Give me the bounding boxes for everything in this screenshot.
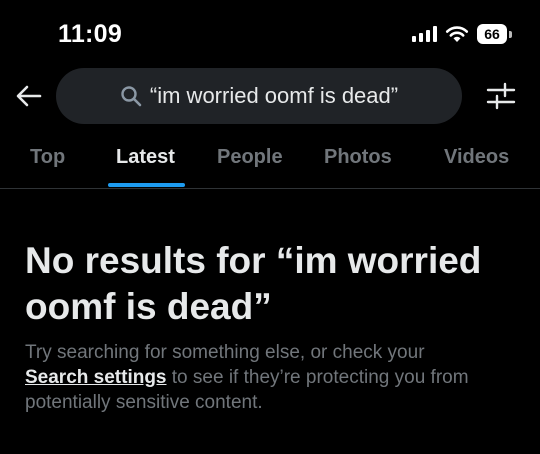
status-bar: 11:09 66	[0, 0, 540, 64]
tab-photos[interactable]: Photos	[324, 146, 392, 169]
search-header: “im worried oomf is dead”	[0, 68, 540, 124]
battery-level: 66	[477, 24, 507, 44]
search-icon	[120, 85, 142, 107]
empty-state-message: Try searching for something else, or che…	[25, 340, 520, 415]
tab-people[interactable]: People	[217, 146, 283, 169]
signal-icon	[412, 26, 437, 42]
battery-indicator: 66	[477, 24, 512, 44]
back-arrow-icon	[16, 85, 42, 107]
empty-state-text: Try searching for something else, or che…	[25, 342, 425, 363]
empty-state: No results for “im worried oomf is dead”…	[25, 238, 520, 415]
search-input[interactable]: “im worried oomf is dead”	[56, 68, 462, 124]
status-time: 11:09	[58, 20, 123, 48]
wifi-icon	[445, 26, 469, 42]
tab-top[interactable]: Top	[30, 146, 65, 169]
search-query: “im worried oomf is dead”	[149, 83, 399, 108]
search-filter-button[interactable]	[486, 82, 516, 110]
tab-videos[interactable]: Videos	[444, 146, 509, 169]
empty-state-title: No results for “im worried oomf is dead”	[25, 240, 482, 327]
tab-latest[interactable]: Latest	[116, 146, 175, 169]
search-settings-link[interactable]: Search settings	[25, 367, 167, 388]
active-tab-indicator	[108, 183, 185, 187]
filter-sliders-icon	[486, 82, 516, 110]
status-icons: 66	[412, 24, 512, 44]
back-button[interactable]	[14, 81, 44, 111]
search-tabs: Top Latest People Photos Videos	[0, 132, 540, 189]
